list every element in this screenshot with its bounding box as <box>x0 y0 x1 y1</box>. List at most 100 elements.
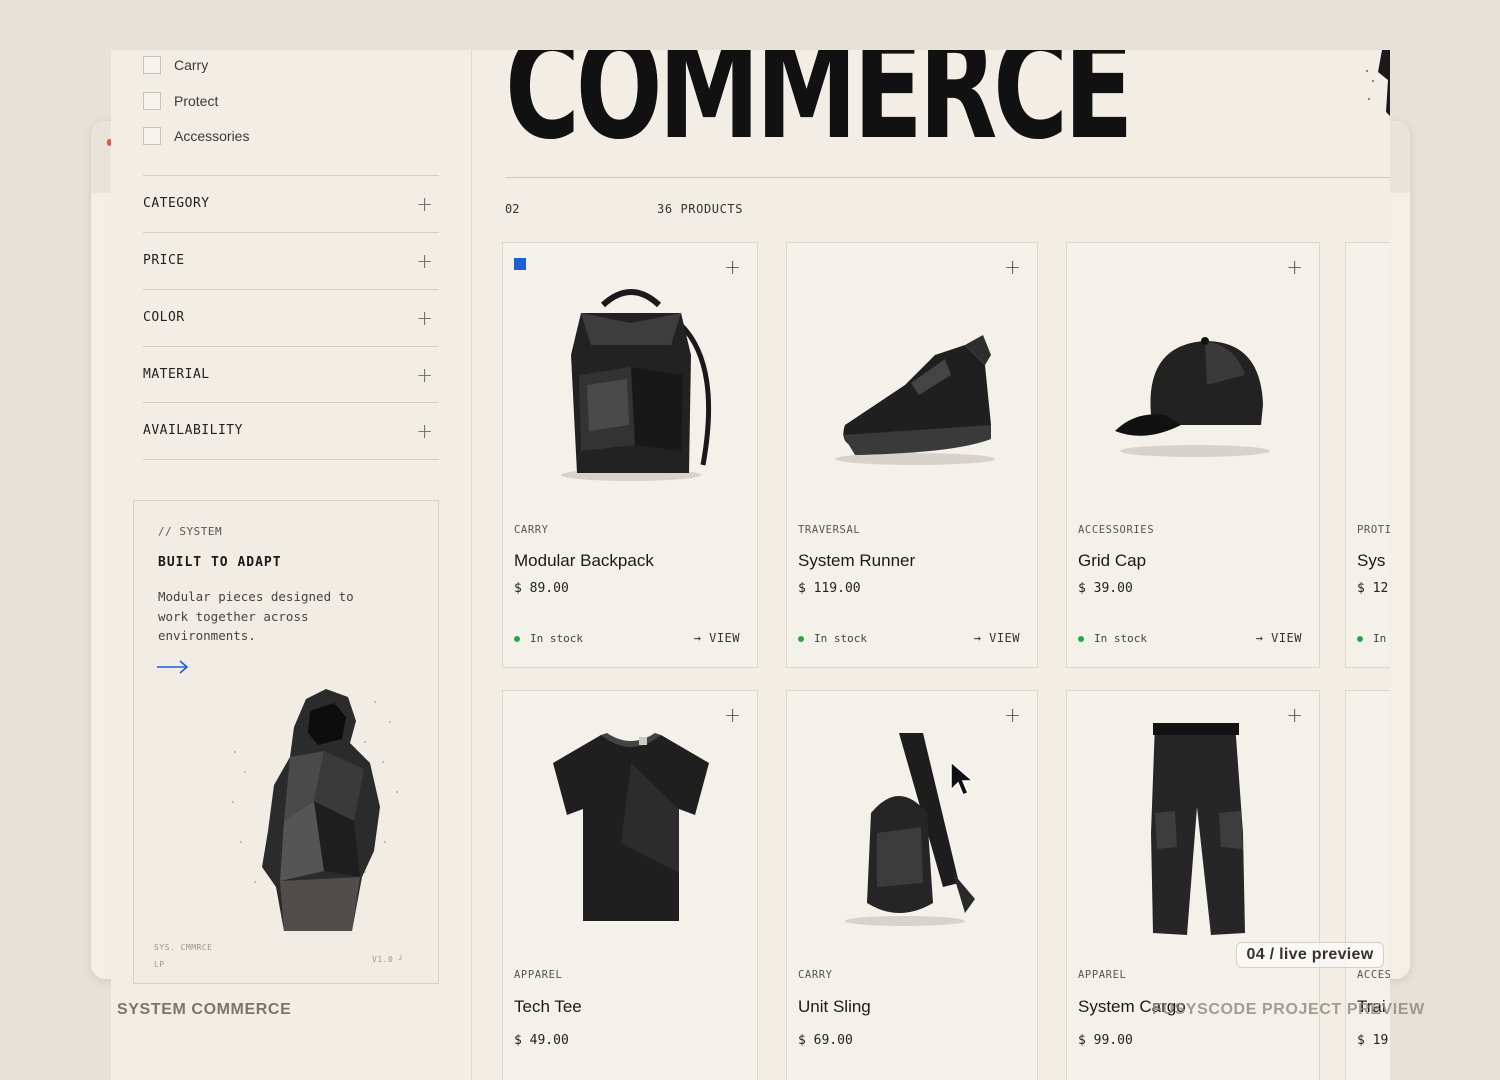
in-stock-dot-icon <box>514 635 520 642</box>
promo-title: BUILT TO ADAPT <box>158 555 282 570</box>
selected-indicator <box>514 258 526 270</box>
decorative-glyph <box>1366 50 1390 116</box>
checkbox-row-accessories[interactable]: Accessories <box>143 125 249 147</box>
product-category: ACCES <box>1357 969 1390 981</box>
mouse-pointer-icon <box>950 760 975 796</box>
plus-icon[interactable]: + <box>724 705 741 725</box>
product-card[interactable]: + APPAREL Tech Tee $ 49.00 <box>502 690 758 1080</box>
arrow-right-icon: → <box>973 631 982 645</box>
plus-icon[interactable]: + <box>1004 257 1021 277</box>
checkbox[interactable] <box>143 127 161 145</box>
checkbox-label: Carry <box>174 57 209 73</box>
filter-price[interactable]: PRICE + <box>143 232 439 288</box>
plus-icon[interactable]: + <box>416 249 439 273</box>
stock-status: In stock <box>514 632 583 645</box>
filter-sidebar: Carry Protect Accessories CATEGORY + PRI… <box>111 50 472 1080</box>
arrow-right-icon[interactable] <box>156 659 190 675</box>
cap-image <box>1115 337 1270 457</box>
checkbox-label: Accessories <box>174 128 250 144</box>
product-name[interactable]: Grid Cap <box>1078 551 1146 571</box>
sling-bag-image <box>845 733 975 926</box>
view-label: VIEW <box>709 631 740 645</box>
product-category: PROTI <box>1357 524 1390 536</box>
product-price: $ 49.00 <box>514 1033 569 1048</box>
live-preview-badge: 04 / live preview <box>1236 942 1384 968</box>
promo-card[interactable]: // SYSTEM BUILT TO ADAPT Modular pieces … <box>133 500 439 984</box>
section-number: 02 <box>505 202 520 216</box>
stock-label: In stock <box>1094 632 1147 645</box>
filter-availability[interactable]: AVAILABILITY + <box>143 402 439 458</box>
product-category: CARRY <box>514 524 549 536</box>
product-price: $ 99.00 <box>1078 1033 1133 1048</box>
stock-status: In stock <box>1078 632 1147 645</box>
product-card[interactable]: ACCES Trai $ 19 <box>1345 690 1390 1080</box>
product-price: $ 69.00 <box>798 1033 853 1048</box>
product-count: 36 PRODUCTS <box>657 202 744 216</box>
product-name[interactable]: Sys <box>1357 551 1385 571</box>
checkbox-label: Protect <box>174 93 219 109</box>
product-category: CARRY <box>798 969 833 981</box>
product-card[interactable]: + CARRY Modular Backpack $ 89.00 In stoc… <box>502 242 758 668</box>
plus-icon[interactable]: + <box>1286 257 1303 277</box>
view-label: VIEW <box>1271 631 1302 645</box>
plus-icon[interactable]: + <box>416 363 439 387</box>
filter-category[interactable]: CATEGORY + <box>143 175 439 231</box>
filter-label: MATERIAL <box>143 367 210 382</box>
plus-icon[interactable]: + <box>416 419 439 443</box>
tshirt-image <box>553 733 709 921</box>
product-name[interactable]: Tech Tee <box>514 997 582 1017</box>
filter-label: COLOR <box>143 310 185 325</box>
stock-label: In stock <box>530 632 583 645</box>
hooded-figure-image <box>232 689 398 931</box>
arrow-right-icon: → <box>1255 631 1264 645</box>
filter-color[interactable]: COLOR + <box>143 289 439 345</box>
promo-footer-right: V1.0 ┘ <box>372 955 404 964</box>
product-card[interactable]: PROTI Sys $ 12 In <box>1345 242 1390 668</box>
checkbox[interactable] <box>143 92 161 110</box>
promo-description: Modular pieces designed to work together… <box>158 589 354 643</box>
product-category: APPAREL <box>514 969 563 981</box>
product-card[interactable]: + TRAVERSAL System Runner $ 119.00 In st… <box>786 242 1038 668</box>
sneaker-image <box>835 335 995 465</box>
checkbox-row-carry[interactable]: Carry <box>143 54 208 76</box>
stock-status: In <box>1357 632 1386 645</box>
filter-label: CATEGORY <box>143 196 210 211</box>
view-link[interactable]: → VIEW <box>694 631 740 645</box>
plus-icon[interactable]: + <box>1286 705 1303 725</box>
stock-label: In <box>1373 632 1387 645</box>
product-name[interactable]: Unit Sling <box>798 997 871 1017</box>
product-price: $ 119.00 <box>798 581 861 596</box>
promo-footer-left-line-1: SYS. CMMRCE <box>154 943 213 952</box>
in-stock-dot-icon <box>1078 635 1084 642</box>
product-card[interactable]: + APPAREL System Cargo $ 99.00 <box>1066 690 1320 1080</box>
plus-icon[interactable]: + <box>416 192 439 216</box>
view-link[interactable]: → VIEW <box>974 631 1020 645</box>
product-card[interactable]: + CARRY Unit Sling $ 69.00 <box>786 690 1038 1080</box>
product-name[interactable]: Modular Backpack <box>514 551 654 571</box>
product-name[interactable]: System Runner <box>798 551 915 571</box>
divider <box>505 177 1390 178</box>
view-link[interactable]: → VIEW <box>1256 631 1302 645</box>
preview-screen: Carry Protect Accessories CATEGORY + PRI… <box>111 50 1390 1080</box>
hero-title: COMMERCE <box>505 50 1134 171</box>
checkbox[interactable] <box>143 56 161 74</box>
plus-icon[interactable]: + <box>1004 705 1021 725</box>
in-stock-dot-icon <box>798 635 804 642</box>
caption-left: SYSTEM COMMERCE <box>117 1001 292 1018</box>
plus-icon[interactable]: + <box>416 306 439 330</box>
product-price: $ 19 <box>1357 1033 1389 1048</box>
backpack-image <box>561 289 712 481</box>
product-price: $ 12 <box>1357 581 1389 596</box>
filter-material[interactable]: MATERIAL + <box>143 346 439 402</box>
divider <box>143 459 439 460</box>
product-category: ACCESSORIES <box>1078 524 1155 536</box>
promo-footer-left-line-2: LP <box>154 960 165 969</box>
stock-status: In stock <box>798 632 867 645</box>
product-card[interactable]: + ACCESSORIES Grid Cap $ 39.00 In stock … <box>1066 242 1320 668</box>
product-price: $ 39.00 <box>1078 581 1133 596</box>
checkbox-row-protect[interactable]: Protect <box>143 90 218 112</box>
plus-icon[interactable]: + <box>724 257 741 277</box>
promo-tag: // SYSTEM <box>158 525 223 538</box>
product-price: $ 89.00 <box>514 581 569 596</box>
stock-label: In stock <box>814 632 867 645</box>
